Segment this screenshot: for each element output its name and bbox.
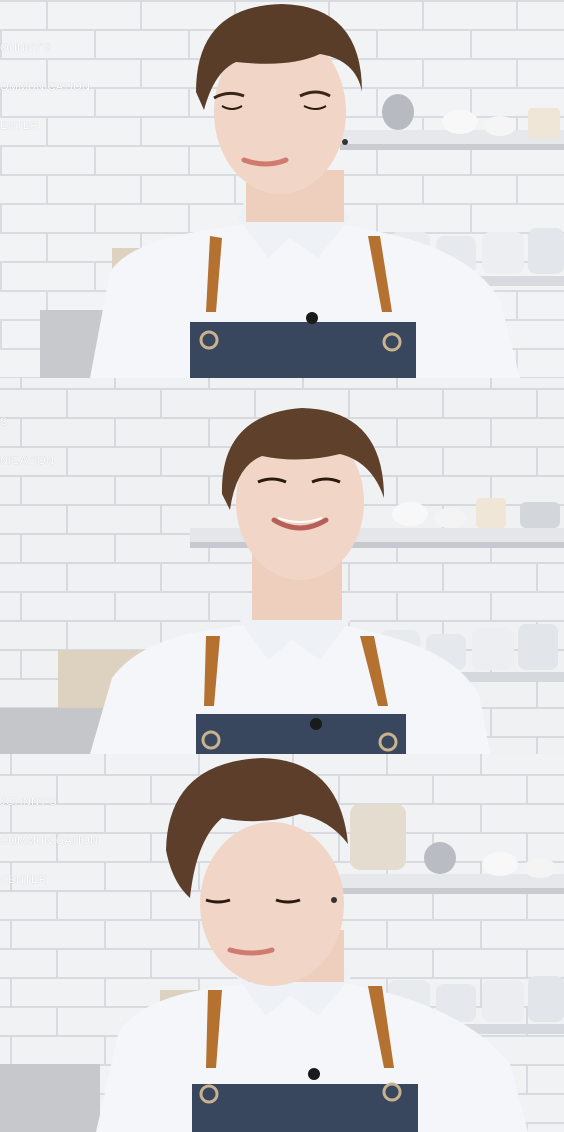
photo-frame-3: JOHNNY'S COMMUNICATION CENTER [0,754,564,1132]
watermark-line-3: CENTER [0,874,48,886]
watermark: S NICATION [0,390,54,494]
watermark-line-2: OMMUNICATION [0,81,91,93]
apron [190,322,416,378]
watermark-line-1: OHNNY'S [0,42,52,54]
photo-frame-2: S NICATION [0,378,564,754]
watermark-line-1: JOHNNY'S [0,796,58,808]
photo-2 [0,378,564,754]
teapot-icon [382,94,414,130]
photo-frame-1: OHNNY'S OMMUNICATION ENTER [0,0,564,378]
watermark: OHNNY'S OMMUNICATION ENTER [0,16,90,159]
microphone-icon [306,312,318,324]
watermark-line-1: S [0,416,8,428]
watermark-line-2: NICATION [0,455,55,467]
watermark-line-2: COMMUNICATION [0,835,99,847]
watermark-line-3: ENTER [0,120,39,132]
watermark: JOHNNY'S COMMUNICATION CENTER [0,770,98,913]
